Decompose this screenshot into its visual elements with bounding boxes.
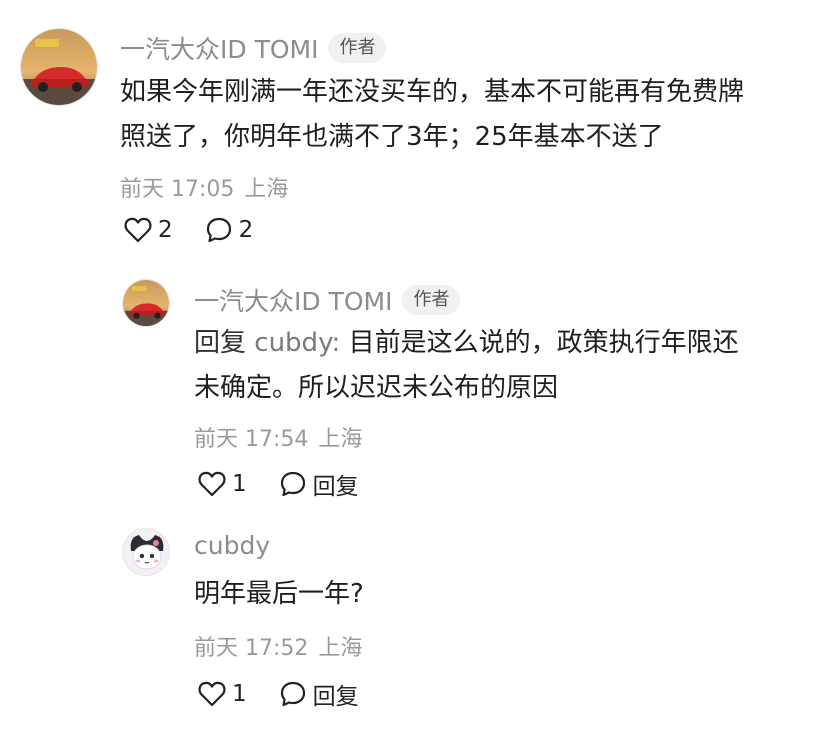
red-car-avatar-icon bbox=[123, 280, 169, 326]
like-button[interactable]: 2 bbox=[124, 217, 173, 243]
reply-button[interactable]: 回复 bbox=[279, 467, 359, 501]
avatar[interactable] bbox=[122, 279, 170, 327]
author-row: 一汽大众ID TOMI 作者 bbox=[194, 282, 461, 318]
cartoon-character-avatar-icon bbox=[123, 529, 169, 575]
comment-line: 回复 cubdy: 目前是这么说的，政策执行年限还 bbox=[194, 321, 739, 366]
author-badge: 作者 bbox=[328, 33, 387, 63]
avatar[interactable] bbox=[122, 528, 170, 576]
action-bar: 2 2 bbox=[124, 216, 285, 244]
author-row: cubdy bbox=[194, 531, 270, 560]
timestamp: 前天 17:52 bbox=[194, 636, 309, 661]
avatar[interactable] bbox=[20, 28, 98, 106]
comment-button[interactable]: 2 bbox=[205, 216, 254, 244]
comment-text: 回复 cubdy: 目前是这么说的，政策执行年限还 未确定。所以迟迟未公布的原因 bbox=[194, 321, 739, 411]
heart-outline-icon bbox=[198, 471, 226, 497]
username[interactable]: 一汽大众ID TOMI bbox=[194, 282, 392, 318]
like-button[interactable]: 1 bbox=[198, 471, 247, 497]
username[interactable]: cubdy bbox=[194, 531, 270, 560]
comment-line: 明年最后一年? bbox=[194, 579, 364, 609]
username[interactable]: 一汽大众ID TOMI bbox=[120, 30, 318, 66]
location: 上海 bbox=[244, 177, 289, 202]
comment-meta: 前天 17:52 上海 bbox=[194, 630, 362, 662]
red-car-avatar-icon bbox=[21, 29, 97, 105]
speech-bubble-icon bbox=[279, 470, 307, 498]
comment-text: 如果今年刚满一年还没买车的，基本不可能再有免费牌 照送了，你明年也满不了3年；2… bbox=[120, 70, 744, 160]
comment-text: 明年最后一年? bbox=[194, 572, 364, 617]
timestamp: 前天 17:05 bbox=[120, 177, 235, 202]
like-count: 2 bbox=[158, 217, 173, 243]
like-count: 1 bbox=[232, 471, 247, 497]
reply-count: 2 bbox=[238, 217, 254, 243]
location: 上海 bbox=[318, 427, 363, 452]
location: 上海 bbox=[318, 636, 363, 661]
speech-bubble-icon bbox=[205, 216, 233, 244]
author-row: 一汽大众ID TOMI 作者 bbox=[120, 30, 387, 66]
comment-line: 照送了，你明年也满不了3年；25年基本不送了 bbox=[120, 122, 664, 152]
reply-button[interactable]: 回复 bbox=[279, 677, 359, 711]
reply-label: 回复 bbox=[312, 684, 359, 710]
comment-line: 如果今年刚满一年还没买车的，基本不可能再有免费牌 bbox=[120, 77, 745, 107]
comment-line-text: 目前是这么说的，政策执行年限还 bbox=[348, 328, 739, 358]
speech-bubble-icon bbox=[279, 680, 307, 708]
comment-meta: 前天 17:54 上海 bbox=[194, 421, 362, 453]
author-badge: 作者 bbox=[402, 285, 461, 315]
action-bar: 1 回复 bbox=[198, 467, 391, 501]
reply-label: 回复 bbox=[312, 474, 359, 500]
like-count: 1 bbox=[232, 681, 247, 707]
comment-line: 未确定。所以迟迟未公布的原因 bbox=[194, 373, 559, 403]
heart-outline-icon bbox=[198, 681, 226, 707]
comment-meta: 前天 17:05 上海 bbox=[120, 171, 288, 203]
like-button[interactable]: 1 bbox=[198, 681, 247, 707]
heart-outline-icon bbox=[124, 217, 152, 243]
reply-prefix: 回复 bbox=[194, 328, 247, 358]
timestamp: 前天 17:54 bbox=[194, 427, 309, 452]
reply-target-user[interactable]: cubdy: bbox=[254, 328, 340, 358]
action-bar: 1 回复 bbox=[198, 677, 391, 711]
